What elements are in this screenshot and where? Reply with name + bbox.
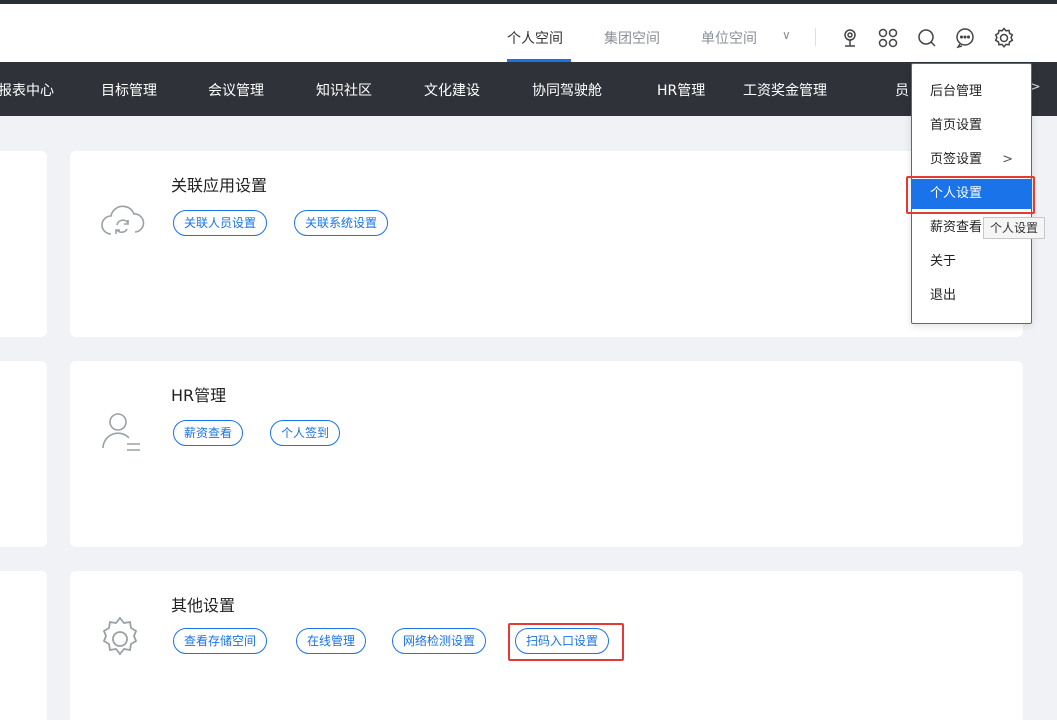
network-check-button[interactable]: 网络检测设置 [392,628,487,654]
personal-checkin-button[interactable]: 个人签到 [270,420,341,446]
salary-view-button[interactable]: 薪资查看 [173,420,244,446]
gear-icon [94,613,146,665]
menu-item-tab-settings[interactable]: 页签设置 > [912,145,1031,175]
menu-item-home-settings[interactable]: 首页设置 [912,111,1031,141]
menu-item-admin[interactable]: 后台管理 [912,77,1031,107]
highlight-personal-settings [906,176,1035,214]
webcam-icon[interactable] [838,26,862,50]
user-list-icon [98,408,146,456]
nav-item-payroll[interactable]: 工资奖金管理 [743,80,827,100]
menu-item-logout[interactable]: 退出 [912,281,1031,311]
nav-item-hr[interactable]: HR管理 [657,80,705,100]
tab-group-space[interactable]: 集团空间 [604,28,660,48]
menu-item-label: 薪资查看 [930,220,983,235]
nav-item-goals[interactable]: 目标管理 [101,80,157,100]
main-nav-bar: 报表中心 目标管理 会议管理 知识社区 文化建设 协同驾驶舱 HR管理 工资奖金… [0,62,1057,116]
search-icon[interactable] [915,26,939,50]
nav-item-meetings[interactable]: 会议管理 [208,80,264,100]
card-title: 关联应用设置 [171,176,268,195]
menu-item-label: 退出 [930,288,957,303]
tooltip: 个人设置 [983,217,1046,239]
card-title: HR管理 [171,386,227,405]
nav-item-knowledge[interactable]: 知识社区 [316,80,372,100]
menu-item-about[interactable]: 关于 [912,247,1031,277]
menu-item-label: 页签设置 [930,152,983,167]
chevron-right-icon: > [1002,152,1013,167]
menu-item-label: 关于 [930,254,957,269]
card-title: 其他设置 [171,596,236,615]
tab-personal-space[interactable]: 个人空间 [507,28,563,48]
chevron-down-icon[interactable]: ∨ [782,28,791,42]
linked-systems-button[interactable]: 关联系统设置 [294,210,389,236]
storage-view-button[interactable]: 查看存储空间 [173,628,268,654]
card-linked-apps: 关联应用设置 关联人员设置 关联系统设置 [70,151,1023,337]
menu-item-label: 后台管理 [930,84,983,99]
nav-item-culture[interactable]: 文化建设 [424,80,480,100]
menu-item-label: 首页设置 [930,118,983,133]
tab-unit-space[interactable]: 单位空间 [701,28,757,48]
left-card [0,361,47,547]
apps-grid-icon[interactable] [876,26,900,50]
cloud-sync-icon [98,198,146,242]
nav-item-employee[interactable]: 员 [895,80,909,100]
card-hr: HR管理 薪资查看 个人签到 [70,361,1023,547]
header-divider [815,28,816,46]
left-card [0,571,47,720]
nav-item-reports[interactable]: 报表中心 [0,80,54,100]
linked-users-button[interactable]: 关联人员设置 [173,210,268,236]
nav-item-cockpit[interactable]: 协同驾驶舱 [532,80,602,100]
left-card [0,151,47,337]
online-manage-button[interactable]: 在线管理 [296,628,367,654]
top-header: 个人空间 集团空间 单位空间 ∨ [0,4,1057,62]
gear-icon[interactable] [992,26,1016,50]
chat-icon[interactable] [953,26,977,50]
highlight-scan-entry [508,623,624,661]
